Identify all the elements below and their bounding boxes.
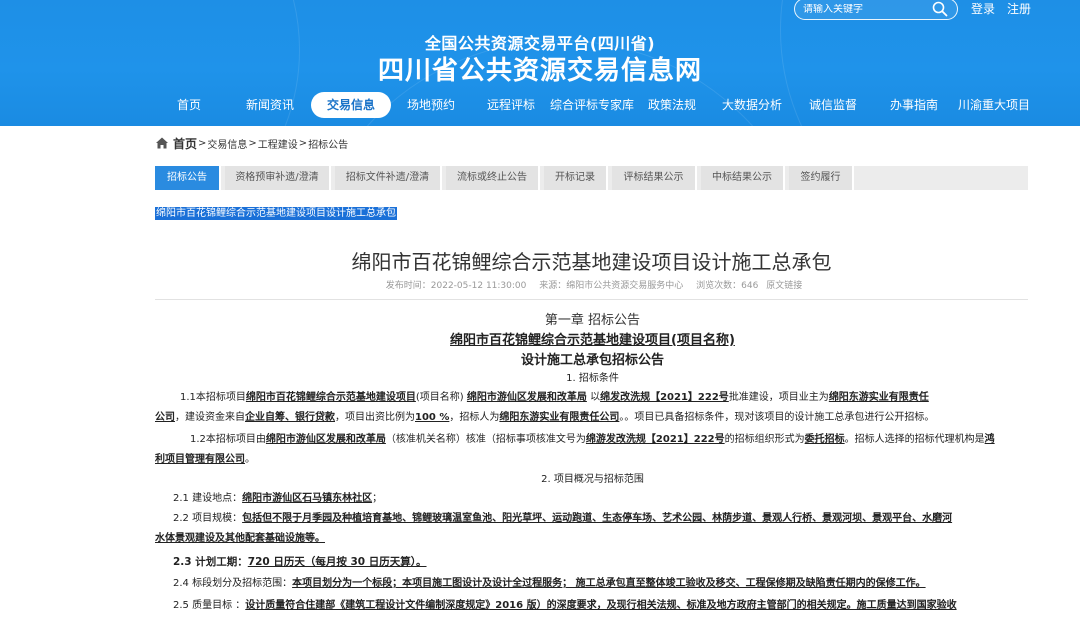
- paragraph-2-3: 2.3 计划工期：720 日历天（每月按 30 日历天算）。: [155, 552, 1030, 572]
- selected-text-title: 绵阳市百花锦鲤综合示范基地建设项目设计施工总承包: [155, 207, 397, 220]
- paragraph-1-2-cont: 利项目管理有限公司。: [155, 450, 1030, 470]
- nav-item-policies[interactable]: 政策法规: [648, 92, 696, 118]
- divider: [155, 299, 1028, 300]
- section-heading: 2. 项目概况与招标范围: [541, 474, 644, 485]
- text: 2.2 项目规模：: [173, 513, 243, 524]
- text: 以: [590, 392, 601, 403]
- paragraph-1-1-cont: 公司，建设资金来自企业自筹、银行贷款，项目出资比例为100 %，招标人为绵阳东游…: [155, 408, 1030, 428]
- nav-item-guide[interactable]: 办事指南: [890, 92, 938, 118]
- register-link[interactable]: 注册: [1007, 0, 1031, 17]
- paragraph-2-4: 2.4 标段划分及招标范围：本项目划分为一个标段；本项目施工图设计及设计全过程服…: [155, 574, 1030, 594]
- nav-item-chuanyu-projects[interactable]: 川渝重大项目: [958, 92, 1030, 118]
- nav-item-remote-evaluation[interactable]: 远程评标: [487, 92, 535, 118]
- nav-item-credit[interactable]: 诚信监督: [809, 92, 857, 118]
- breadcrumb-separator: >: [298, 137, 308, 149]
- nav-item-venue-booking[interactable]: 场地预约: [407, 92, 455, 118]
- nav-item-home[interactable]: 首页: [177, 92, 201, 118]
- site-title[interactable]: 四川省公共资源交易信息网: [0, 50, 1080, 87]
- tab-bid-opening[interactable]: 开标记录: [544, 166, 608, 190]
- nav-item-trading-info[interactable]: 交易信息: [310, 92, 392, 118]
- login-link[interactable]: 登录: [971, 0, 995, 17]
- breadcrumb-separator: >: [248, 137, 257, 149]
- tab-tender-notice[interactable]: 招标公告: [155, 166, 221, 190]
- nav-item-big-data[interactable]: 大数据分析: [722, 92, 782, 118]
- main-nav: 首页 新闻资讯 交易信息 场地预约 远程评标 综合评标专家库 政策法规 大数据分…: [0, 92, 1080, 118]
- agency-name: 鸿: [984, 434, 995, 445]
- tab-failed-or-terminated[interactable]: 流标或终止公告: [446, 166, 540, 190]
- tab-contract-performance[interactable]: 签约履行: [789, 166, 854, 190]
- text: 2.3 计划工期：: [173, 556, 248, 568]
- search-input[interactable]: [803, 3, 931, 15]
- project-scale: 包括但不限于月季园及种植培育基地、锦鲤玻璃温室鱼池、阳光草坪、运动跑道、生态停车…: [242, 513, 953, 524]
- text: （核准机关名称）核准（招标事项核准文号为: [385, 434, 586, 445]
- text: ，建设资金来自: [175, 412, 245, 423]
- project-owner: 绵阳东游实业有限责任: [828, 392, 929, 403]
- text: 的招标组织形式为: [724, 434, 805, 445]
- paragraph-2-2-cont: 水体景观建设及其他配套基础设施等。: [155, 529, 1030, 549]
- paragraph-1-2: 1.2本招标项目由绵阳市游仙区发展和改革局（核准机关名称）核准（招标事项核准文号…: [155, 430, 1030, 450]
- search-box: [794, 0, 958, 20]
- organization-form: 委托招标: [804, 434, 845, 445]
- publish-time: 发布时间：2022-05-12 11:30:00: [385, 281, 527, 291]
- tab-prequal-addendum[interactable]: 资格预审补遗/澄清: [225, 166, 331, 190]
- breadcrumb-trading-info[interactable]: 交易信息: [207, 136, 247, 151]
- doc-heading-project: 绵阳市百花锦鲤综合示范基地建设项目(项目名称): [450, 333, 735, 348]
- construction-site: 绵阳市游仙区石马镇东林社区: [242, 493, 373, 504]
- text: ，项目出资比例为: [335, 412, 415, 423]
- nav-item-expert-pool[interactable]: 综合评标专家库: [550, 92, 634, 118]
- text: 。。项目已具备招标条件，现对该项目的设计施工总承包进行公开招标。: [619, 412, 935, 423]
- approval-doc-number: 绵游发改洗规【2021】222号: [585, 434, 725, 445]
- article-meta: 发布时间：2022-05-12 11:30:00 来源：绵阳市公共资源交易服务中…: [155, 278, 1028, 291]
- text: 。招标人选择的招标代理机构是: [844, 434, 985, 445]
- breadcrumb-separator: >: [198, 137, 207, 149]
- text: (项目名称): [415, 392, 464, 403]
- category-tabs: 招标公告 资格预审补遗/澄清 招标文件补遗/澄清 流标或终止公告 开标记录 评标…: [155, 166, 1028, 190]
- breadcrumb: 首页 > 交易信息 > 工程建设 > 招标公告: [155, 135, 348, 151]
- search-icon[interactable]: [931, 0, 949, 18]
- chapter-heading: 第一章 招标公告: [544, 313, 641, 328]
- project-name: 绵阳市百花锦鲤综合示范基地建设项目: [245, 392, 416, 403]
- agency-name-cont: 利项目管理有限公司: [155, 454, 245, 465]
- text: 。: [245, 454, 255, 465]
- breadcrumb-home[interactable]: 首页: [173, 135, 197, 152]
- tender-scope: 本项目划分为一个标段；本项目施工图设计及设计全过程服务； 施工总承包直至整体竣工…: [292, 578, 926, 589]
- doc-heading-notice: 设计施工总承包招标公告: [520, 353, 664, 368]
- source: 来源：绵阳市公共资源交易服务中心: [539, 281, 684, 291]
- paragraph-2-5: 2.5 质量目标 ：设计质量符合住建部《建筑工程设计文件编制深度规定》2016 …: [155, 596, 1030, 616]
- paragraph-1-1: 1.1本招标项目绵阳市百花锦鲤综合示范基地建设项目(项目名称) 绵阳市游仙区发展…: [155, 388, 1030, 408]
- paragraph-2-2: 2.2 项目规模：包括但不限于月季园及种植培育基地、锦鲤玻璃温室鱼池、阳光草坪、…: [155, 509, 1030, 529]
- text: 1.1本招标项目: [180, 392, 246, 403]
- nav-item-news[interactable]: 新闻资讯: [246, 92, 294, 118]
- approval-authority: 绵阳市游仙区发展和改革局: [265, 434, 386, 445]
- funding-source: 企业自筹、银行贷款: [245, 412, 335, 423]
- view-count: 浏览次数：646: [696, 281, 759, 291]
- planned-duration: 720 日历天（每月按 30 日历天算）。: [247, 556, 427, 568]
- text: 批准建设，项目业主为: [728, 392, 829, 403]
- tab-award-result[interactable]: 中标结果公示: [701, 166, 785, 190]
- article-title: 绵阳市百花锦鲤综合示范基地建设项目设计施工总承包: [351, 250, 832, 274]
- quality-target: 设计质量符合住建部《建筑工程设计文件编制深度规定》2016 版）的深度要求，及现…: [245, 600, 957, 611]
- project-scale-cont: 水体景观建设及其他配套基础设施等。: [155, 533, 325, 544]
- text: 2.5 质量目标 ：: [173, 600, 246, 611]
- tab-evaluation-result[interactable]: 评标结果公示: [612, 166, 697, 190]
- text: 2.1 建设地点：: [173, 493, 243, 504]
- breadcrumb-engineering[interactable]: 工程建设: [258, 136, 298, 151]
- project-owner-cont: 公司: [155, 412, 175, 423]
- home-icon: [155, 136, 169, 150]
- tenderer: 绵阳东游实业有限责任公司: [499, 412, 620, 423]
- text: 1.2本招标项目由: [190, 434, 266, 445]
- text: 2.4 标段划分及招标范围：: [173, 578, 293, 589]
- approval-doc-number: 绵发改洗规【2021】222号: [600, 392, 729, 403]
- site-header: 登录 注册 全国公共资源交易平台(四川省) 四川省公共资源交易信息网 首页 新闻…: [0, 0, 1080, 126]
- section-heading: 1. 招标条件: [566, 373, 619, 384]
- paragraph-2-1: 2.1 建设地点：绵阳市游仙区石马镇东林社区；: [155, 489, 1030, 509]
- breadcrumb-tender-notice[interactable]: 招标公告: [308, 136, 348, 151]
- funding-ratio: 100 %: [415, 412, 450, 423]
- tab-tender-doc-addendum[interactable]: 招标文件补遗/澄清: [335, 166, 442, 190]
- approval-authority: 绵阳市游仙区发展和改革局: [466, 392, 587, 403]
- original-link[interactable]: 原文链接: [766, 281, 802, 291]
- text: ，招标人为: [449, 412, 500, 423]
- text: ；: [372, 493, 383, 504]
